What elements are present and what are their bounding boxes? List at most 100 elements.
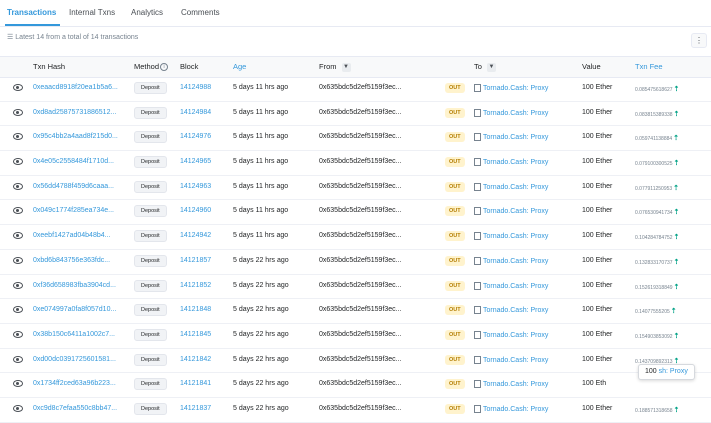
from-address[interactable]: 0x635bdc5d2ef5159f3ec... — [319, 380, 402, 387]
to-address-link[interactable]: Tornado.Cash: Proxy — [474, 158, 548, 167]
from-address[interactable]: 0x635bdc5d2ef5159f3ec... — [319, 133, 402, 140]
preview-eye-icon[interactable] — [13, 379, 23, 388]
to-address-link[interactable]: Tornado.Cash: Proxy — [474, 306, 549, 315]
direction-badge: OUT — [445, 231, 465, 242]
preview-eye-icon[interactable] — [13, 132, 23, 141]
fee-up-icon: ⇡ — [673, 209, 680, 217]
direction-badge: OUT — [445, 305, 465, 316]
info-icon[interactable]: i — [160, 63, 169, 72]
from-address[interactable]: 0x635bdc5d2ef5159f3ec... — [319, 158, 402, 165]
to-label: Tornado.Cash: Proxy — [483, 208, 549, 216]
to-address-link[interactable]: Tornado.Cash: Proxy — [474, 380, 548, 389]
to-address-link[interactable]: Tornado.Cash: Proxy — [474, 330, 548, 339]
block-link[interactable]: 14124988 — [180, 84, 211, 91]
col-txn-fee[interactable]: Txn Fee — [635, 62, 663, 71]
to-address-link[interactable]: Tornado.Cash: Proxy — [474, 84, 548, 92]
to-address-link[interactable]: Tornado.Cash: Proxy — [474, 207, 549, 216]
preview-eye-icon[interactable] — [13, 231, 23, 240]
preview-eye-icon[interactable] — [13, 305, 23, 314]
from-address[interactable]: 0x635bdc5d2ef5159f3ec... — [319, 183, 402, 190]
preview-eye-icon[interactable] — [13, 256, 23, 265]
preview-eye-icon[interactable] — [13, 108, 23, 117]
from-address[interactable]: 0x635bdc5d2ef5159f3ec... — [319, 84, 402, 91]
tab-internal-txns[interactable]: Internal Txns — [69, 8, 115, 17]
from-address[interactable]: 0x635bdc5d2ef5159f3ec... — [319, 356, 402, 363]
preview-eye-icon[interactable] — [13, 206, 23, 215]
filter-to-icon[interactable]: ▼ — [486, 62, 496, 72]
from-address[interactable]: 0x635bdc5d2ef5159f3ec... — [319, 257, 402, 264]
block-link[interactable]: 14121841 — [180, 380, 211, 387]
txn-hash-link[interactable]: 0x1734ff2ced63a96b223... — [33, 380, 116, 387]
block-link[interactable]: 14124976 — [180, 133, 211, 140]
preview-eye-icon[interactable] — [13, 330, 23, 339]
preview-eye-icon[interactable] — [13, 281, 23, 290]
tab-analytics[interactable]: Analytics — [131, 8, 163, 17]
to-label: Tornado.Cash: Proxy — [483, 307, 549, 315]
txn-hash-link[interactable]: 0xe074997a0fa8f057d10... — [33, 306, 116, 313]
age-text: 5 days 22 hrs ago — [233, 380, 289, 388]
block-link[interactable]: 14121845 — [180, 331, 211, 338]
txn-fee-text: 0.077911250953⇡ — [635, 184, 679, 192]
txn-hash-link[interactable]: 0xf36d658983fba3904cd... — [33, 282, 116, 289]
preview-eye-icon[interactable] — [13, 83, 23, 92]
preview-eye-icon[interactable] — [13, 157, 23, 166]
txn-hash-link[interactable]: 0xeebf1427ad04b48b4... — [33, 232, 110, 239]
method-badge: Deposit — [134, 106, 167, 119]
block-link[interactable]: 14121857 — [180, 257, 211, 264]
to-address-link[interactable]: Tornado.Cash: Proxy — [474, 355, 548, 364]
col-age[interactable]: Age — [233, 62, 246, 71]
active-tab-indicator — [5, 24, 60, 26]
to-address-link[interactable]: Tornado.Cash: Proxy — [474, 108, 548, 117]
block-link[interactable]: 14121852 — [180, 282, 211, 289]
txn-hash-link[interactable]: 0x95c4bb2a4aad8f215d0... — [33, 133, 118, 140]
preview-eye-icon[interactable] — [13, 355, 23, 364]
txn-hash-link[interactable]: 0xeaacd8918f20ea1b5a6... — [33, 84, 118, 91]
fee-value: 0.154903853092 — [635, 333, 673, 340]
method-badge: Deposit — [134, 254, 167, 267]
txn-hash-link[interactable]: 0x56dd4788f459d6caaa... — [33, 183, 114, 190]
txn-fee-text: 0.104284784752⇡ — [635, 233, 679, 241]
from-address[interactable]: 0x635bdc5d2ef5159f3ec... — [319, 207, 402, 214]
tab-transactions[interactable]: Transactions — [7, 8, 56, 17]
block-link[interactable]: 14124942 — [180, 232, 211, 239]
from-address[interactable]: 0x635bdc5d2ef5159f3ec... — [319, 109, 402, 116]
block-link[interactable]: 14121837 — [180, 405, 211, 412]
preview-eye-icon[interactable] — [13, 404, 23, 413]
txn-hash-link[interactable]: 0xc9d8c7efaa550c8bb47... — [33, 405, 117, 412]
table-row: 0xc9d8c7efaa550c8bb47... Deposit 14121837 5… — [0, 398, 711, 423]
fee-up-icon: ⇡ — [673, 258, 680, 266]
txn-fee-text: 0.152619318849⇡ — [635, 283, 679, 291]
filter-from-icon[interactable]: ▼ — [341, 62, 351, 72]
to-address-link[interactable]: Tornado.Cash: Proxy — [474, 133, 548, 142]
method-badge: Deposit — [134, 328, 167, 341]
txn-hash-link[interactable]: 0xd00dc0391725601581... — [33, 356, 116, 363]
block-link[interactable]: 14124963 — [180, 183, 211, 190]
txn-hash-link[interactable]: 0x049c1774f285ea734e... — [33, 207, 114, 214]
block-link[interactable]: 14124965 — [180, 158, 211, 165]
block-link[interactable]: 14124960 — [180, 207, 211, 214]
block-link[interactable]: 14124984 — [180, 109, 211, 116]
tab-comments[interactable]: Comments — [181, 8, 220, 17]
block-link[interactable]: 14121848 — [180, 306, 211, 313]
from-address[interactable]: 0x635bdc5d2ef5159f3ec... — [319, 282, 402, 289]
method-badge: Deposit — [134, 180, 167, 193]
txn-hash-link[interactable]: 0x4e05c2558484f1710d... — [33, 158, 114, 165]
direction-badge: OUT — [445, 354, 465, 365]
txn-hash-link[interactable]: 0xbd6b843756e363fdc... — [33, 257, 110, 264]
block-link[interactable]: 14121842 — [180, 356, 211, 363]
txn-hash-link[interactable]: 0xd8ad25875731886512... — [33, 109, 116, 116]
to-address-link[interactable]: Tornado.Cash: Proxy — [474, 232, 548, 241]
preview-eye-icon[interactable] — [13, 182, 23, 191]
to-address-link[interactable]: Tornado.Cash: Proxy — [474, 281, 548, 290]
txn-hash-link[interactable]: 0x38b150c6411a1002c7... — [33, 331, 115, 338]
to-address-link[interactable]: Tornado.Cash: Proxy — [474, 256, 548, 265]
txn-fee-text: 0.188571318658⇡ — [635, 406, 679, 414]
fee-up-icon: ⇡ — [673, 234, 680, 242]
from-address[interactable]: 0x635bdc5d2ef5159f3ec... — [319, 232, 402, 239]
from-address[interactable]: 0x635bdc5d2ef5159f3ec... — [319, 331, 402, 338]
from-address[interactable]: 0x635bdc5d2ef5159f3ec... — [319, 405, 402, 412]
to-address-link[interactable]: Tornado.Cash: Proxy — [474, 182, 548, 191]
method-badge: Deposit — [134, 131, 167, 144]
more-options-button[interactable]: ⋮ — [691, 33, 707, 48]
from-address[interactable]: 0x635bdc5d2ef5159f3ec... — [319, 306, 402, 313]
